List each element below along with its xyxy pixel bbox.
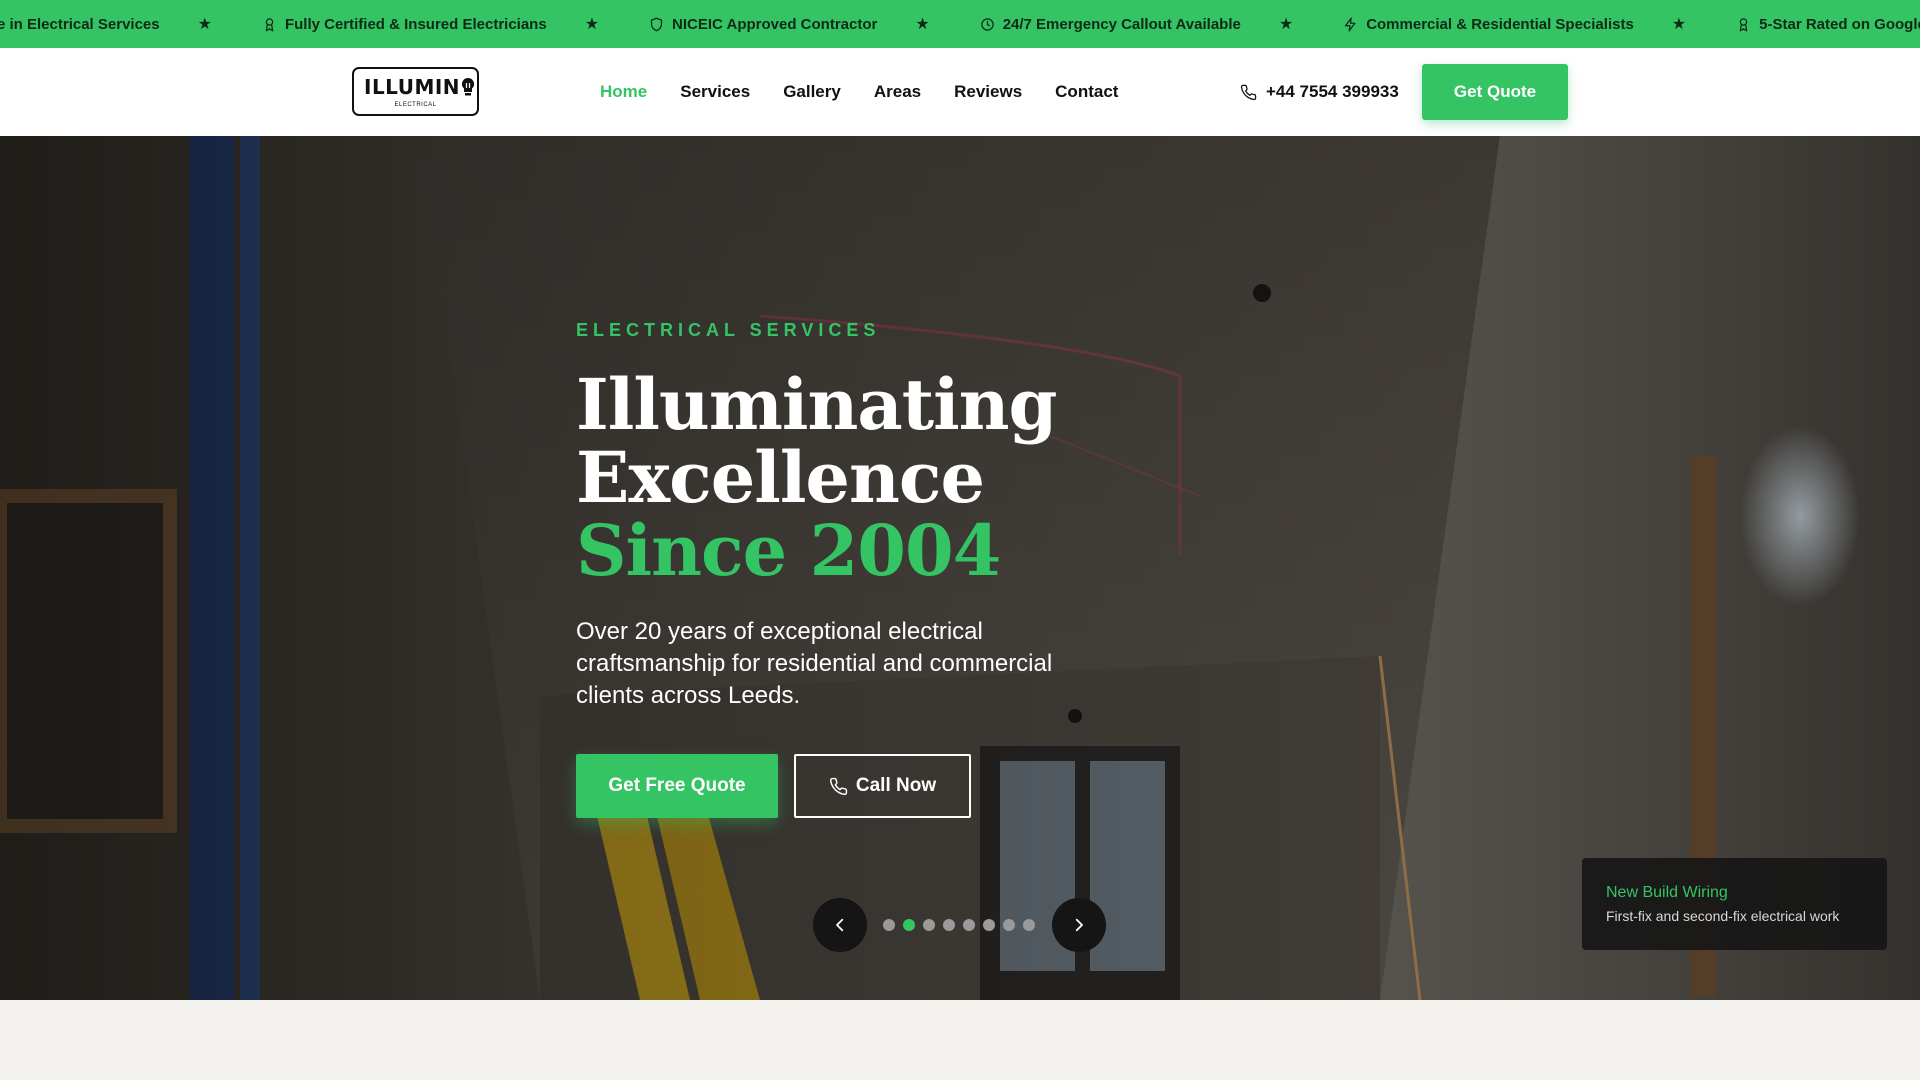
star-icon: ★ <box>1278 16 1294 33</box>
chevron-right-icon <box>1075 918 1083 932</box>
main-nav: Home Services Gallery Areas Reviews Cont… <box>600 48 1151 136</box>
slide-caption: New Build Wiring First-fix and second-fi… <box>1582 858 1887 950</box>
ticker-item: 5-Star Rated on Google <box>1736 16 1920 33</box>
nav-services[interactable]: Services <box>680 82 750 102</box>
slider-dot[interactable] <box>1023 919 1035 931</box>
award-icon <box>265 17 274 31</box>
slider-dot[interactable] <box>943 919 955 931</box>
hero-title: Illuminating Excellence Since 2004 <box>576 368 1057 587</box>
slider-dot[interactable] <box>1003 919 1015 931</box>
slider-dot[interactable] <box>983 919 995 931</box>
slider-next-button[interactable] <box>1052 898 1106 952</box>
slider-dot[interactable] <box>923 919 935 931</box>
bolt-icon <box>1345 17 1356 31</box>
get-quote-button[interactable]: Get Quote <box>1422 64 1568 120</box>
nav-reviews[interactable]: Reviews <box>954 82 1022 102</box>
slider-dot-active[interactable] <box>903 919 915 931</box>
announcement-ticker: e in Electrical Services ★ Fully Certifi… <box>0 0 1920 48</box>
slide-caption-title: New Build Wiring <box>1606 884 1728 901</box>
ticker-item: Fully Certified & Insured Electricians <box>262 16 547 33</box>
get-free-quote-button[interactable]: Get Free Quote <box>576 754 778 818</box>
hero-description: Over 20 years of exceptional electrical … <box>576 618 1053 709</box>
call-now-button[interactable]: Call Now <box>794 754 971 818</box>
nav-areas[interactable]: Areas <box>874 82 921 102</box>
ticker-item: Commercial & Residential Specialists <box>1343 16 1634 33</box>
chevron-left-icon <box>836 918 844 932</box>
ticker-item: e in Electrical Services <box>0 15 160 33</box>
logo-subtitle: ELECTRICAL <box>394 102 437 108</box>
slider-dot[interactable] <box>883 919 895 931</box>
phone-icon <box>1240 84 1257 100</box>
ticker-item: 24/7 Emergency Callout Available <box>980 16 1241 33</box>
hero-eyebrow: ELECTRICAL SERVICES <box>576 320 881 340</box>
star-icon: ★ <box>584 16 600 33</box>
star-icon: ★ <box>1671 16 1687 33</box>
slider-prev-button[interactable] <box>813 898 867 952</box>
nav-home[interactable]: Home <box>600 82 647 102</box>
star-icon: ★ <box>915 16 930 33</box>
hero-title-line1: Illuminating <box>576 363 1057 446</box>
logo[interactable]: ILLUMIN ELECTRICAL <box>352 67 479 116</box>
shield-icon <box>650 17 663 31</box>
phone-number: +44 7554 399933 <box>1266 82 1399 101</box>
hero-title-line2: Excellence <box>576 436 985 519</box>
phone-icon <box>829 777 848 795</box>
hero-title-accent: Since 2004 <box>576 509 1001 592</box>
ticker-track: e in Electrical Services ★ Fully Certifi… <box>0 0 1920 48</box>
nav-contact[interactable]: Contact <box>1055 82 1118 102</box>
slide-caption-subtitle: First-fix and second-fix electrical work <box>1606 908 1840 924</box>
slider-dot[interactable] <box>963 919 975 931</box>
award-icon <box>1739 17 1748 31</box>
nav-gallery[interactable]: Gallery <box>783 82 841 102</box>
call-now-label: Call Now <box>855 775 937 796</box>
logo-wordmark: ILLUMIN <box>364 75 475 99</box>
clock-icon <box>980 17 994 31</box>
slider-dots <box>883 919 1043 931</box>
phone-link[interactable]: +44 7554 399933 <box>1240 48 1399 136</box>
hero-slider: ELECTRICAL SERVICES Illuminating Excelle… <box>0 136 1920 1000</box>
site-header: ILLUMIN ELECTRICAL Home Services Gallery… <box>0 48 1920 136</box>
lightbulb-icon <box>461 77 475 97</box>
star-icon: ★ <box>197 16 212 33</box>
ticker-item: NICEIC Approved Contractor <box>649 16 877 33</box>
